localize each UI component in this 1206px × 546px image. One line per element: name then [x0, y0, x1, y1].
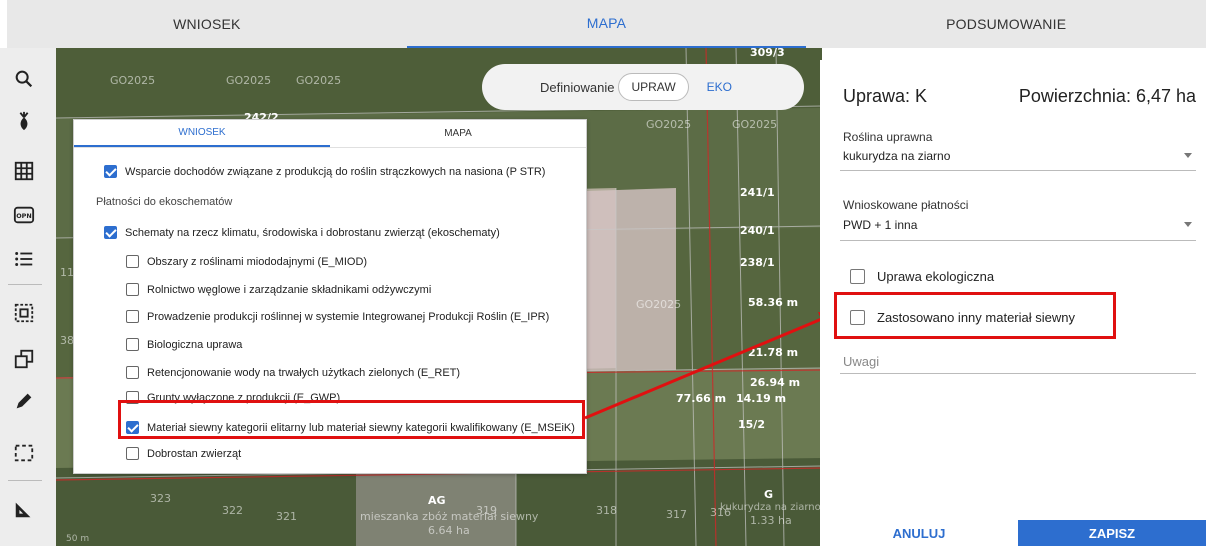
highlight-other-seed	[834, 292, 1116, 339]
notes-input[interactable]: Uwagi	[843, 354, 879, 369]
notes-underline	[840, 373, 1196, 374]
chevron-down-icon[interactable]	[1184, 153, 1192, 158]
eco-crop-row[interactable]: Uprawa ekologiczna	[850, 269, 994, 284]
crop-title: Uprawa: K	[843, 86, 928, 106]
plant-underline	[840, 170, 1196, 171]
payments-label: Wnioskowane płatności	[843, 198, 969, 212]
save-button[interactable]: ZAPISZ	[1018, 520, 1206, 546]
plant-label: Roślina uprawna	[843, 130, 933, 144]
chevron-down-icon[interactable]	[1184, 222, 1192, 227]
payments-select[interactable]: PWD + 1 inna	[843, 218, 917, 232]
crop-area: Powierzchnia: 6,47 ha	[1018, 86, 1196, 106]
eco-crop-label: Uprawa ekologiczna	[877, 269, 995, 284]
checkbox-eco-crop[interactable]	[850, 269, 865, 284]
cancel-button[interactable]: ANULUJ	[820, 520, 1018, 546]
payments-underline	[840, 240, 1196, 241]
plant-select[interactable]: kukurydza na ziarno	[843, 149, 950, 163]
